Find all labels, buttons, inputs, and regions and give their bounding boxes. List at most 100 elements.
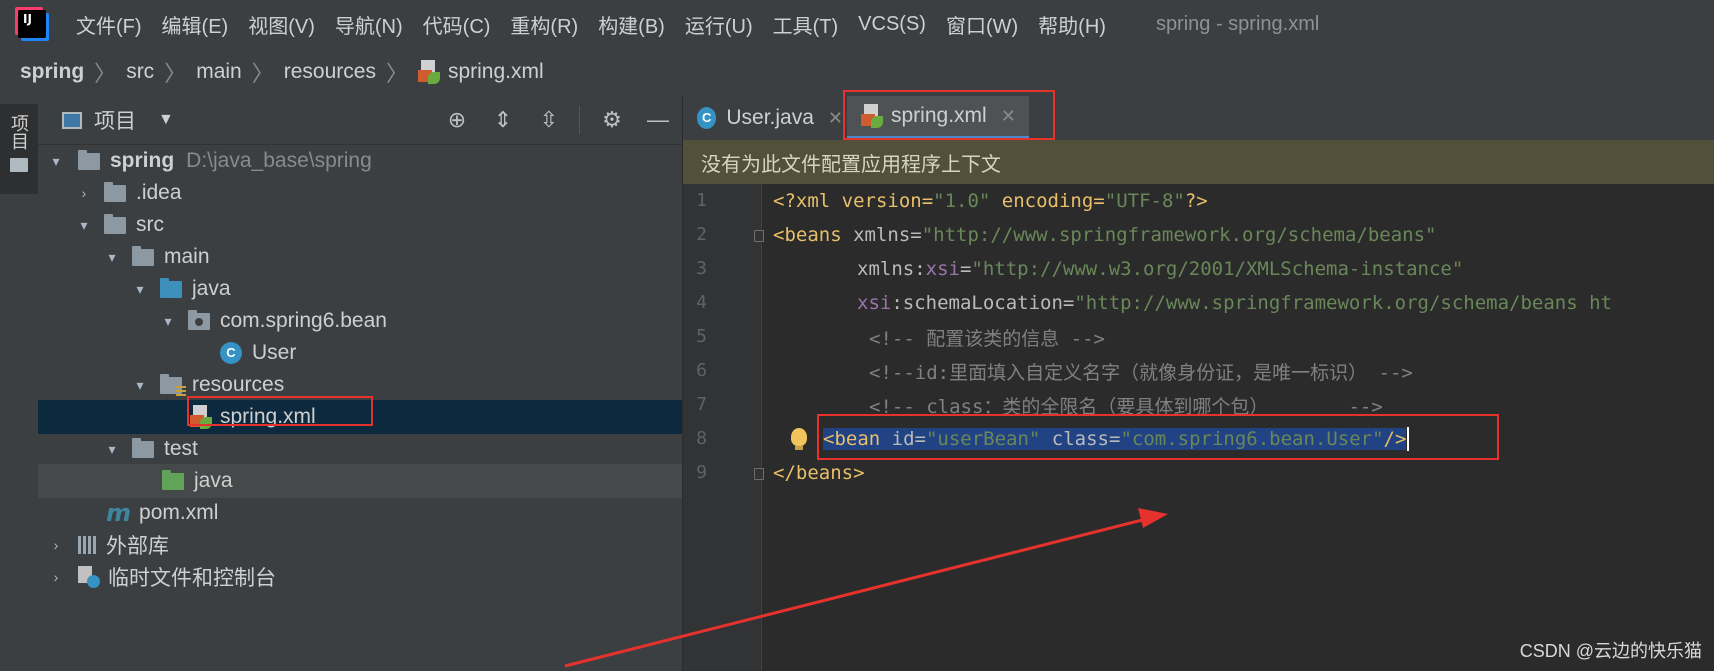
tree-item-scratches[interactable]: › 临时文件和控制台	[38, 560, 682, 594]
chevron-down-icon[interactable]: ▼	[158, 111, 174, 129]
tree-item-spring-root[interactable]: ▾ spring D:\java_base\spring	[38, 144, 682, 178]
tree-item-label: spring	[110, 149, 175, 172]
code-line-2[interactable]: <beans xmlns= "http://www.springframework…	[773, 218, 1436, 252]
tab-user-java[interactable]: C User.java ✕	[683, 96, 843, 140]
tree-item-idea[interactable]: › .idea	[38, 176, 682, 210]
resources-folder-icon	[160, 373, 186, 396]
tree-item-main[interactable]: ▾ main	[38, 240, 682, 274]
tree-item-label: .idea	[136, 181, 182, 204]
minimize-icon[interactable]: —	[644, 106, 672, 134]
watermark: CSDN @云边的快乐猫	[1519, 641, 1702, 661]
project-view-icon	[62, 111, 82, 129]
tree-item-label: 外部库	[106, 535, 169, 558]
menu-code[interactable]: 代码(C)	[423, 10, 491, 39]
annotation-box-tree	[187, 396, 373, 426]
menu-view[interactable]: 视图(V)	[248, 10, 315, 39]
chevron-down-icon[interactable]: ▾	[74, 217, 94, 234]
menu-edit[interactable]: 编辑(E)	[162, 10, 229, 39]
chevron-right-icon: 〉	[94, 61, 117, 86]
menu-navigate[interactable]: 导航(N)	[335, 10, 403, 39]
menu-file[interactable]: 文件(F)	[76, 10, 142, 39]
close-icon[interactable]: ✕	[828, 108, 843, 129]
project-panel-title[interactable]: 项目	[94, 105, 136, 135]
chevron-right-icon: 〉	[251, 61, 274, 86]
locate-icon[interactable]: ⊕	[443, 106, 471, 134]
menu-window[interactable]: 窗口(W)	[946, 10, 1018, 39]
project-tool-label: 项目	[9, 114, 29, 150]
chevron-down-icon[interactable]: ▾	[158, 313, 178, 330]
source-folder-icon	[160, 277, 182, 298]
breadcrumb-spring-xml[interactable]: spring.xml	[417, 60, 544, 84]
gear-icon[interactable]: ⚙	[598, 106, 626, 134]
breadcrumb-src[interactable]: src	[126, 60, 154, 84]
tree-item-label: test	[164, 437, 198, 460]
line-number: 1	[696, 190, 707, 211]
tree-item-src[interactable]: ▾ src	[38, 208, 682, 242]
tree-item-label: src	[136, 213, 164, 236]
project-tool-button[interactable]: 项目	[0, 104, 38, 194]
fold-marker-icon[interactable]	[754, 468, 764, 480]
folder-icon	[104, 213, 126, 234]
context-warning-text: 没有为此文件配置应用程序上下文	[701, 153, 1001, 176]
menu-help[interactable]: 帮助(H)	[1038, 10, 1106, 39]
breadcrumb-spring[interactable]: spring	[20, 60, 84, 84]
line-number: 4	[696, 292, 707, 313]
code-line-4[interactable]: xsi:schemaLocation= "http://www.springfra…	[857, 286, 1612, 320]
tab-label: User.java	[726, 106, 814, 129]
menu-refactor[interactable]: 重构(R)	[510, 10, 578, 39]
editor-gutter: 1 2 3 4 5 6 7 8 9	[683, 184, 807, 671]
editor-tab-bar: C User.java ✕ spring.xml ✕	[683, 90, 1714, 141]
java-class-icon: C	[220, 342, 242, 364]
menu-tools[interactable]: 工具(T)	[773, 10, 839, 39]
chevron-down-icon[interactable]: ▾	[102, 441, 122, 458]
chevron-right-icon[interactable]: ›	[74, 185, 94, 201]
tree-item-java-test[interactable]: java	[38, 464, 682, 498]
tree-item-pom[interactable]: m pom.xml	[38, 496, 682, 530]
line-number: 8	[696, 428, 707, 449]
module-folder-icon	[78, 149, 100, 170]
code-line-6[interactable]: <!--id:里面填入自定义名字（就像身份证，是唯一标识） -->	[869, 354, 1413, 388]
code-line-9[interactable]: </beans>	[773, 456, 865, 490]
menu-run[interactable]: 运行(U)	[685, 10, 753, 39]
chevron-down-icon[interactable]: ▾	[130, 377, 150, 394]
collapse-all-icon[interactable]: ⇳	[535, 106, 563, 134]
tree-item-label: main	[164, 245, 210, 268]
tree-item-test[interactable]: ▾ test	[38, 432, 682, 466]
package-icon	[188, 309, 210, 330]
tree-item-java-main[interactable]: ▾ java	[38, 272, 682, 306]
menu-vcs[interactable]: VCS(S)	[858, 13, 926, 36]
toolbar-divider	[579, 106, 580, 134]
expand-all-icon[interactable]: ⇕	[489, 106, 517, 134]
fold-marker-icon[interactable]	[754, 230, 764, 242]
tree-item-package[interactable]: ▾ com.spring6.bean	[38, 304, 682, 338]
chevron-right-icon: 〉	[164, 61, 187, 86]
menu-build[interactable]: 构建(B)	[598, 10, 665, 39]
maven-icon: m	[106, 499, 132, 527]
lightbulb-icon[interactable]	[791, 428, 807, 450]
context-warning-banner: 没有为此文件配置应用程序上下文	[683, 140, 1714, 184]
chevron-down-icon[interactable]: ▾	[130, 281, 150, 298]
folder-icon	[132, 437, 154, 458]
chevron-down-icon[interactable]: ▾	[46, 153, 66, 170]
intellij-logo-icon[interactable]: IJ	[18, 10, 46, 38]
chevron-right-icon[interactable]: ›	[46, 569, 66, 585]
tree-item-user-class[interactable]: C User	[38, 336, 682, 370]
editor-area: C User.java ✕ spring.xml ✕ 没有为此文件配置应用程序上…	[683, 90, 1714, 671]
chevron-down-icon[interactable]: ▾	[102, 249, 122, 266]
breadcrumb-main[interactable]: main	[196, 60, 242, 84]
tree-item-label: 临时文件和控制台	[108, 567, 276, 590]
window-title: spring - spring.xml	[1155, 12, 1320, 35]
tree-item-external-libraries[interactable]: › 外部库	[38, 528, 682, 562]
code-line-3[interactable]: xmlns: xsi = "http://www.w3.org/2001/XMLSch…	[857, 252, 1463, 286]
tree-item-label: User	[252, 341, 297, 364]
tree-item-label: java	[194, 469, 233, 492]
annotation-box-tab	[843, 90, 1055, 140]
code-line-1[interactable]: <?xml version= "1.0" encoding= "UTF-8" ?>	[773, 184, 1208, 218]
code-line-5[interactable]: <!-- 配置该类的信息 -->	[869, 320, 1105, 354]
project-panel-actions: ⊕ ⇕ ⇳ ⚙ —	[425, 96, 672, 144]
chevron-right-icon[interactable]: ›	[46, 537, 66, 553]
tool-window-strip: 项目	[0, 96, 39, 671]
breadcrumb-resources[interactable]: resources	[284, 60, 376, 84]
menu-bar: IJ 文件(F) 编辑(E) 视图(V) 导航(N) 代码(C) 重构(R) 构…	[0, 0, 1714, 48]
tree-item-label: resources	[192, 373, 285, 396]
